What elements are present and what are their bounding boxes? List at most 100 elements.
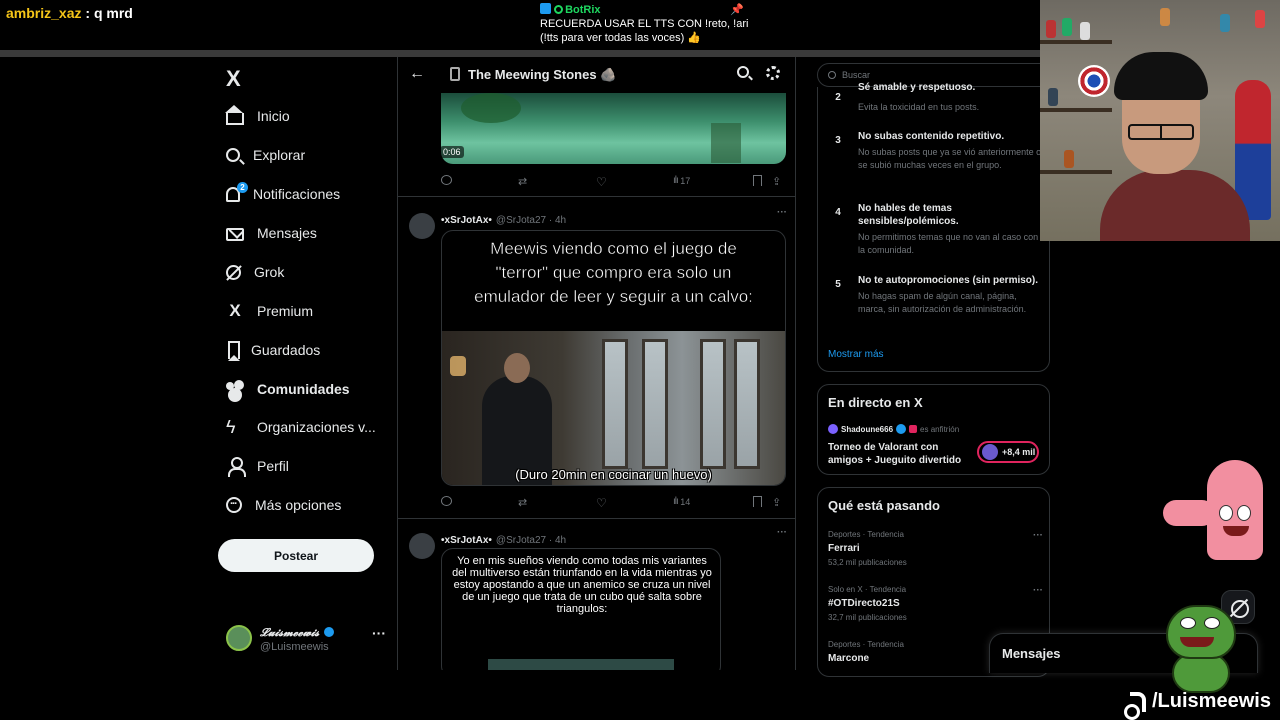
show-more-link[interactable]: Mostrar más [828, 349, 884, 360]
figure-shape [1046, 20, 1056, 38]
community-icon [450, 67, 460, 81]
video-player[interactable] [441, 93, 786, 164]
nav-explore[interactable]: Explorar [226, 140, 305, 170]
home-icon [225, 105, 244, 125]
retweet-button[interactable]: ⇄ [518, 175, 527, 188]
more-horizontal-icon[interactable]: ··· [1033, 530, 1043, 541]
tweet-author-name[interactable]: •xSrJotAx• [441, 215, 492, 226]
tweet-author-handle[interactable]: @SrJota27 · 4h [496, 535, 566, 546]
nav-label: Más opciones [255, 497, 342, 513]
bookmark-icon [753, 496, 762, 507]
figure-shape [1062, 18, 1072, 36]
rule-number: 5 [835, 278, 841, 290]
bookmark-button[interactable] [753, 175, 762, 186]
verified-badge-icon [896, 424, 907, 434]
tweet-media[interactable]: Meewis viendo como el juego de "terror" … [441, 230, 786, 486]
nav-profile[interactable]: Perfil [226, 451, 289, 481]
back-arrow-icon[interactable]: ← [409, 65, 425, 83]
live-host[interactable]: Shadoune666 es anfitrión [828, 424, 959, 434]
like-button[interactable]: ♡ [596, 496, 607, 510]
tiktok-watermark: /Luismeewis [1124, 690, 1271, 720]
share-button[interactable]: ⇪ [772, 496, 781, 509]
listeners-count: +8,4 mil [1002, 447, 1036, 457]
nav-organizations[interactable]: ϟ Organizaciones v... [226, 412, 376, 442]
share-button[interactable]: ⇪ [772, 175, 781, 188]
more-horizontal-icon[interactable]: ··· [777, 207, 787, 218]
trend-item[interactable]: Deportes · Tendencia Ferrari 53,2 mil pu… [828, 530, 1043, 567]
views-count: 17 [680, 175, 691, 186]
trend-meta: Solo en X · Tendencia [828, 585, 907, 594]
trend-item[interactable]: Solo en X · Tendencia #OTDirecto21S 32,7… [828, 585, 1043, 622]
x-icon: X [229, 301, 241, 320]
nav-messages[interactable]: Mensajes [226, 218, 317, 248]
like-button[interactable]: ♡ [596, 175, 607, 189]
bookmark-icon [228, 341, 240, 361]
tweet-author-handle[interactable]: @SrJota27 · 4h [496, 215, 566, 226]
rule-title: No hables de temas sensibles/polémicos. [858, 203, 959, 227]
tweet-actions: ⇄ ♡ ılı 14 ⇪ [441, 496, 786, 512]
head-shape [504, 353, 530, 383]
heart-icon: ♡ [596, 175, 607, 189]
door-shape [602, 339, 628, 469]
x-logo[interactable]: X [226, 66, 241, 92]
trend-name: #OTDirecto21S [828, 598, 900, 609]
live-on-x-card: En directo en X Shadoune666 es anfitrión… [817, 384, 1050, 475]
sticker-eye [1237, 505, 1251, 521]
sticker-body [1207, 460, 1263, 560]
rule-title: No te autopromociones (sin permiso). [858, 275, 1039, 286]
views-button[interactable]: ılı 17 [673, 175, 690, 186]
nav-home[interactable]: Inicio [225, 101, 290, 131]
more-horizontal-icon: ··· [372, 625, 386, 641]
avatar[interactable] [409, 533, 435, 559]
divider [398, 196, 795, 197]
figure-shape [1064, 150, 1074, 168]
messages-title: Mensajes [1002, 646, 1061, 661]
bookmark-button[interactable] [753, 496, 762, 507]
heart-icon: ♡ [596, 496, 607, 510]
rule-title: No subas contenido repetitivo. [858, 131, 1005, 142]
nav-communities[interactable]: Comunidades [226, 374, 350, 404]
avatar[interactable] [409, 213, 435, 239]
retweet-button[interactable]: ⇄ [518, 496, 527, 509]
meme-text: Meewis viendo como el juego de "terror" … [474, 239, 753, 306]
notification-badge: 2 [237, 181, 248, 193]
trend-meta: Deportes · Tendencia [828, 530, 904, 539]
reply-button[interactable] [441, 175, 452, 185]
post-button[interactable]: Postear [218, 539, 374, 572]
nav-grok[interactable]: Grok [226, 257, 284, 287]
community-title: The Meewing Stones 🪨 [468, 67, 617, 82]
right-sidebar: Buscar 2 Sé amable y respetuoso. Evita l… [817, 57, 1057, 677]
retweet-icon: ⇄ [518, 176, 528, 188]
nav-more-options[interactable]: Más opciones [226, 490, 341, 520]
avatar [226, 625, 252, 651]
gear-icon[interactable] [766, 66, 780, 80]
nav-bookmarks[interactable]: Guardados [226, 335, 320, 365]
tweet-author-name[interactable]: •xSrJotAx• [441, 535, 492, 546]
chat-text: q mrd [93, 5, 133, 21]
nav-label: Inicio [257, 108, 290, 124]
space-title[interactable]: Torneo de Valorant con amigos + Jueguito… [828, 441, 968, 467]
views-icon: ılı [673, 175, 679, 186]
more-horizontal-icon[interactable]: ··· [1033, 585, 1043, 596]
nav-label: Comunidades [257, 381, 350, 397]
search-icon[interactable] [737, 66, 749, 78]
trend-count: 53,2 mil publicaciones [828, 558, 907, 567]
sticker-mouth [1180, 637, 1214, 647]
share-icon: ⇪ [772, 497, 782, 509]
account-switcher[interactable]: 𝓛𝓾𝓲𝓼𝓶𝓮𝓮𝔀𝓲𝓼 @Luismeewis ··· [226, 623, 386, 653]
shelf-shape [1040, 170, 1112, 174]
views-button[interactable]: ılı 14 [673, 496, 690, 507]
nav-label: Organizaciones v... [257, 419, 376, 435]
more-horizontal-icon[interactable]: ··· [777, 527, 787, 538]
bot-name: BotRix [565, 4, 601, 16]
nav-premium[interactable]: X Premium [226, 296, 313, 326]
reply-button[interactable] [441, 496, 452, 506]
left-navigation: X Inicio Explorar 2 Notificaciones Mensa… [218, 57, 388, 670]
nav-notifications[interactable]: 2 Notificaciones [226, 179, 340, 209]
door-shape [642, 339, 668, 469]
tweet-media[interactable]: Yo en mis sueños viendo como todas mis v… [441, 548, 721, 670]
host-name: Shadoune666 [841, 424, 894, 434]
bot-gear-icon [554, 5, 564, 14]
listeners-pill[interactable]: +8,4 mil [977, 441, 1039, 463]
community-rules: 2 Sé amable y respetuoso. Evita la toxic… [817, 82, 1050, 372]
